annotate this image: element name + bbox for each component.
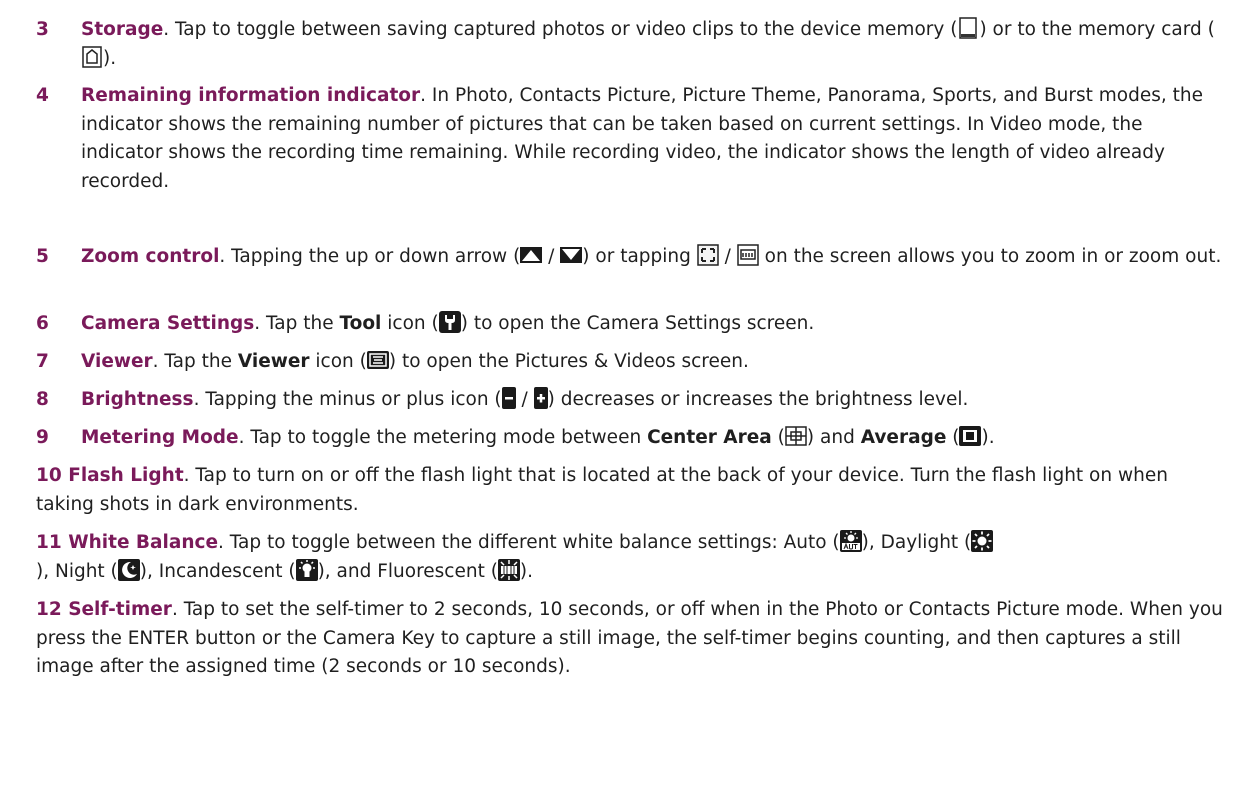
item-number: 9 [36, 427, 49, 448]
zoom-down-arrow-icon [560, 244, 583, 266]
incandescent-icon [295, 558, 318, 581]
item-text: Metering Mode. Tap to toggle the meterin… [81, 425, 995, 448]
item-number: 10 [36, 465, 69, 486]
item-text: Viewer. Tap the Viewer icon () to open t… [81, 349, 749, 372]
item-title: Flash Light [68, 465, 184, 486]
item-number: 8 [36, 389, 49, 410]
manual-page: 3 Storage. Tap to toggle between saving … [0, 0, 1235, 791]
plus-icon [533, 387, 548, 409]
average-icon [959, 425, 982, 447]
item-title: White Balance [68, 532, 219, 553]
item-text: Zoom control. Tapping the up or down arr… [81, 244, 1222, 267]
item-text: Storage. Tap to toggle between saving ca… [81, 17, 1215, 69]
zoom-up-arrow-icon [520, 244, 543, 266]
item-number: 3 [36, 19, 49, 40]
minus-icon [501, 387, 516, 409]
item-number: 7 [36, 351, 49, 372]
viewer-icon [366, 349, 389, 371]
list-item-flash-light: 10 Flash Light. Tap to turn on or off th… [36, 465, 1168, 515]
list-item-white-balance: 11 White Balance. Tap to toggle between … [36, 529, 1226, 586]
daylight-icon [971, 530, 994, 552]
item-title: Storage [81, 19, 164, 40]
item-number: 11 [36, 532, 69, 553]
item-number: 4 [36, 85, 49, 106]
night-icon [117, 558, 140, 581]
center-area-icon [785, 425, 807, 447]
item-number: 5 [36, 246, 49, 267]
item-title: Viewer [81, 351, 153, 372]
device-memory-icon [957, 17, 979, 39]
item-text: Brightness. Tapping the minus or plus ic… [81, 387, 969, 410]
item-title: Brightness [81, 389, 194, 410]
zoom-in-icon [697, 244, 719, 266]
item-title: Metering Mode [81, 427, 239, 448]
item-number: 12 [36, 599, 69, 620]
list-item-self-timer: 12 Self-timer. Tap to set the self-timer… [36, 599, 1223, 677]
memory-card-icon [81, 45, 103, 68]
item-text: Remaining information indicator. In Phot… [81, 85, 1204, 192]
item-title: Remaining information indicator [81, 85, 421, 106]
item-title: Zoom control [81, 246, 220, 267]
tool-icon [438, 311, 461, 333]
item-title: Self-timer [68, 599, 172, 620]
item-text: Camera Settings. Tap the Tool icon () to… [81, 311, 815, 334]
zoom-out-icon [737, 244, 759, 266]
item-number: 6 [36, 313, 49, 334]
auto-wb-icon [839, 530, 862, 552]
item-title: Camera Settings [81, 313, 255, 334]
fluorescent-icon [497, 558, 520, 581]
